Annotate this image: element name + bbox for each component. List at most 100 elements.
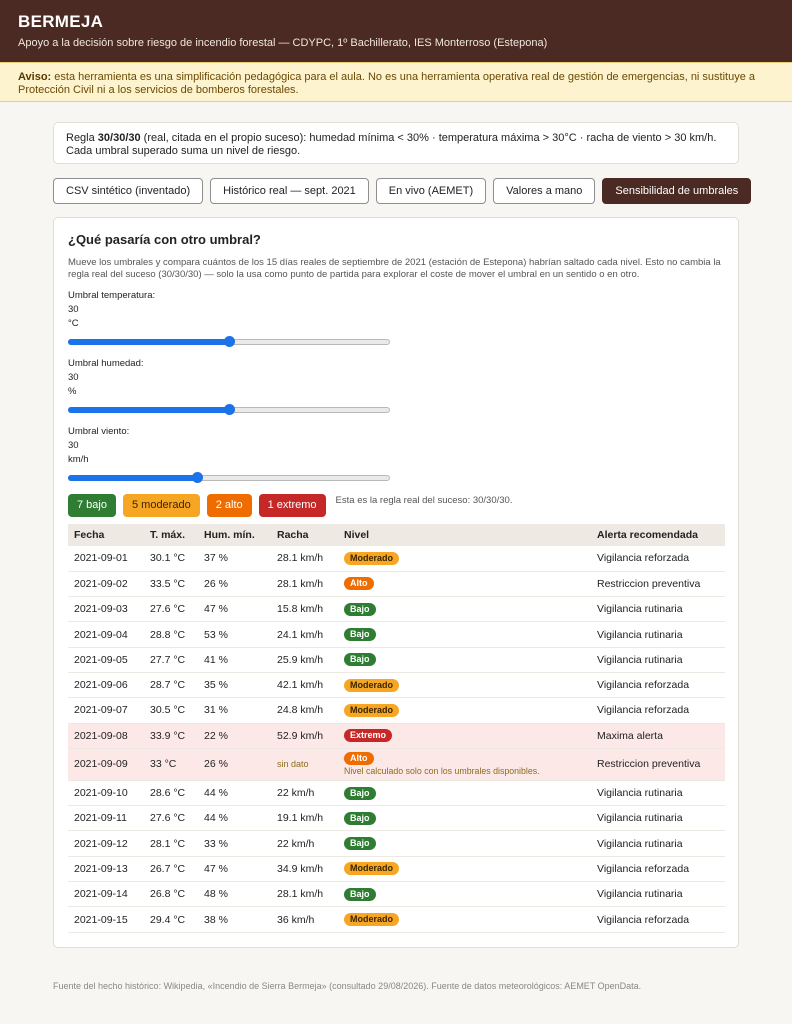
- table-row: 2021-09-07 30.5 °C 31 % 24.8 km/h Moderado Vi…: [68, 697, 725, 724]
- count-moderado: 5 moderado: [122, 493, 200, 517]
- cell-racha: sin dato: [271, 748, 338, 781]
- count-alto: 2 alto: [206, 493, 252, 517]
- table-row: 2021-09-13 26.7 °C 47 % 34.9 km/h Moderado Vi…: [68, 856, 725, 883]
- cell-fecha: 2021-09-13: [68, 856, 144, 883]
- slider-thumb[interactable]: [224, 404, 235, 415]
- wind-slider[interactable]: [68, 472, 390, 484]
- cell-nivel: Bajo: [338, 881, 591, 908]
- cell-hum: 38 %: [198, 906, 271, 933]
- slider-thumb[interactable]: [224, 336, 235, 347]
- cell-hum: 33 %: [198, 830, 271, 857]
- cell-alerta: Restriccion preventiva: [591, 748, 725, 781]
- cell-fecha: 2021-09-05: [68, 647, 144, 673]
- table-row: 2021-09-08 33.9 °C 22 % 52.9 km/h Extremo Max…: [68, 723, 725, 749]
- racha-value: 15.8 km/h: [277, 603, 324, 616]
- col-alerta: Alerta recomendada: [591, 524, 725, 546]
- cell-fecha: 2021-09-01: [68, 546, 144, 572]
- app-title: BERMEJA: [18, 12, 104, 31]
- cell-racha: 25.9 km/h: [271, 647, 338, 673]
- humidity-threshold: Umbral humedad: 30 %: [68, 357, 724, 416]
- cell-tmax: 28.8 °C: [144, 621, 198, 648]
- cell-racha: 24.8 km/h: [271, 697, 338, 724]
- warning-text: esta herramienta es una simplificación p…: [18, 71, 756, 96]
- cell-tmax: 30.1 °C: [144, 546, 198, 572]
- rule-box: Regla 30/30/30 (real, citada en el propi…: [53, 122, 739, 164]
- table-row: 2021-09-10 28.6 °C 44 % 22 km/h Bajo Vigilanc…: [68, 780, 725, 807]
- wind-value: 30: [68, 440, 79, 451]
- cell-nivel: Bajo: [338, 780, 591, 807]
- table-row: 2021-09-14 26.8 °C 48 % 28.1 km/h Bajo Vigila…: [68, 881, 725, 908]
- level-badge: Moderado: [344, 913, 400, 926]
- cell-fecha: 2021-09-04: [68, 621, 144, 648]
- col-fecha: Fecha: [68, 524, 144, 546]
- level-badge: Alto: [344, 752, 374, 766]
- cell-tmax: 27.6 °C: [144, 805, 198, 832]
- wind-label: Umbral viento:: [68, 426, 130, 437]
- tab-en-vivo[interactable]: En vivo (AEMET): [375, 178, 487, 204]
- col-tmax: T. máx.: [144, 524, 198, 546]
- tab-historico-real[interactable]: Histórico real — sept. 2021: [210, 178, 369, 204]
- cell-racha: 22 km/h: [271, 780, 338, 807]
- cell-alerta: Restriccion preventiva: [591, 571, 725, 598]
- cell-hum: 26 %: [198, 571, 271, 598]
- sensitivity-panel: ¿Qué pasaría con otro umbral? Mueve los …: [53, 217, 739, 948]
- cell-racha: 28.1 km/h: [271, 546, 338, 572]
- warning-banner: Aviso: esta herramienta es una simplific…: [0, 62, 792, 102]
- cell-racha: 19.1 km/h: [271, 805, 338, 832]
- humidity-label: Umbral humedad:: [68, 358, 144, 369]
- panel-description: Mueve los umbrales y compara cuántos de …: [68, 257, 721, 280]
- table-row: 2021-09-05 27.7 °C 41 % 25.9 km/h Bajo Vigila…: [68, 647, 725, 673]
- cell-fecha: 2021-09-09: [68, 748, 144, 781]
- level-badge: Bajo: [344, 628, 376, 642]
- cell-tmax: 33.9 °C: [144, 723, 198, 749]
- cell-alerta: Vigilancia rutinaria: [591, 805, 725, 832]
- cell-fecha: 2021-09-15: [68, 906, 144, 933]
- level-badge: Bajo: [344, 887, 376, 901]
- cell-nivel: Moderado: [338, 672, 591, 699]
- cell-tmax: 29.4 °C: [144, 906, 198, 933]
- racha-value: 52.9 km/h: [277, 729, 324, 742]
- rule-strong: 30/30/30: [97, 132, 141, 144]
- level-badge: Moderado: [344, 862, 400, 876]
- slider-fill: [68, 475, 197, 481]
- cell-hum: 35 %: [198, 672, 271, 699]
- cell-fecha: 2021-09-08: [68, 723, 144, 749]
- temperature-unit: °C: [68, 318, 79, 329]
- cell-racha: 28.1 km/h: [271, 571, 338, 598]
- cell-tmax: 33.5 °C: [144, 571, 198, 598]
- racha-value: 25.9 km/h: [277, 653, 324, 666]
- cell-tmax: 27.6 °C: [144, 596, 198, 623]
- racha-value: 28.1 km/h: [277, 888, 324, 901]
- cell-tmax: 26.8 °C: [144, 881, 198, 908]
- cell-racha: 24.1 km/h: [271, 621, 338, 648]
- level-badge: Moderado: [344, 551, 400, 565]
- cell-alerta: Vigilancia rutinaria: [591, 830, 725, 857]
- racha-value: 36 km/h: [277, 913, 315, 926]
- tab-csv-sintetico[interactable]: CSV sintético (inventado): [53, 178, 204, 204]
- table-header-row: Fecha T. máx. Hum. mín. Racha Nivel Aler…: [68, 524, 725, 546]
- cell-racha: 15.8 km/h: [271, 596, 338, 623]
- racha-value: 28.1 km/h: [277, 552, 324, 565]
- cell-alerta: Vigilancia reforzada: [591, 906, 725, 933]
- cell-alerta: Vigilancia rutinaria: [591, 881, 725, 908]
- temperature-threshold: Umbral temperatura: 30 °C: [68, 289, 724, 348]
- tab-sensibilidad[interactable]: Sensibilidad de umbrales: [602, 178, 752, 204]
- cell-nivel: Extremo: [338, 723, 591, 749]
- cell-fecha: 2021-09-03: [68, 596, 144, 623]
- cell-fecha: 2021-09-10: [68, 780, 144, 807]
- tab-valores-a-mano[interactable]: Valores a mano: [493, 178, 596, 204]
- level-badge: Extremo: [344, 729, 393, 743]
- racha-value: 24.1 km/h: [277, 628, 324, 641]
- level-badge: Bajo: [344, 786, 376, 800]
- cell-alerta: Vigilancia rutinaria: [591, 780, 725, 807]
- humidity-slider[interactable]: [68, 404, 390, 416]
- app-subtitle: Apoyo a la decisión sobre riesgo de ince…: [18, 37, 548, 49]
- level-badge: Moderado: [344, 703, 400, 717]
- cell-alerta: Vigilancia reforzada: [591, 546, 725, 572]
- slider-thumb[interactable]: [191, 472, 203, 483]
- level-badge: Bajo: [344, 602, 376, 616]
- racha-value: 22 km/h: [277, 787, 315, 800]
- temperature-slider[interactable]: [68, 336, 390, 348]
- col-nivel: Nivel: [338, 524, 591, 546]
- cell-tmax: 33 °C: [144, 748, 198, 781]
